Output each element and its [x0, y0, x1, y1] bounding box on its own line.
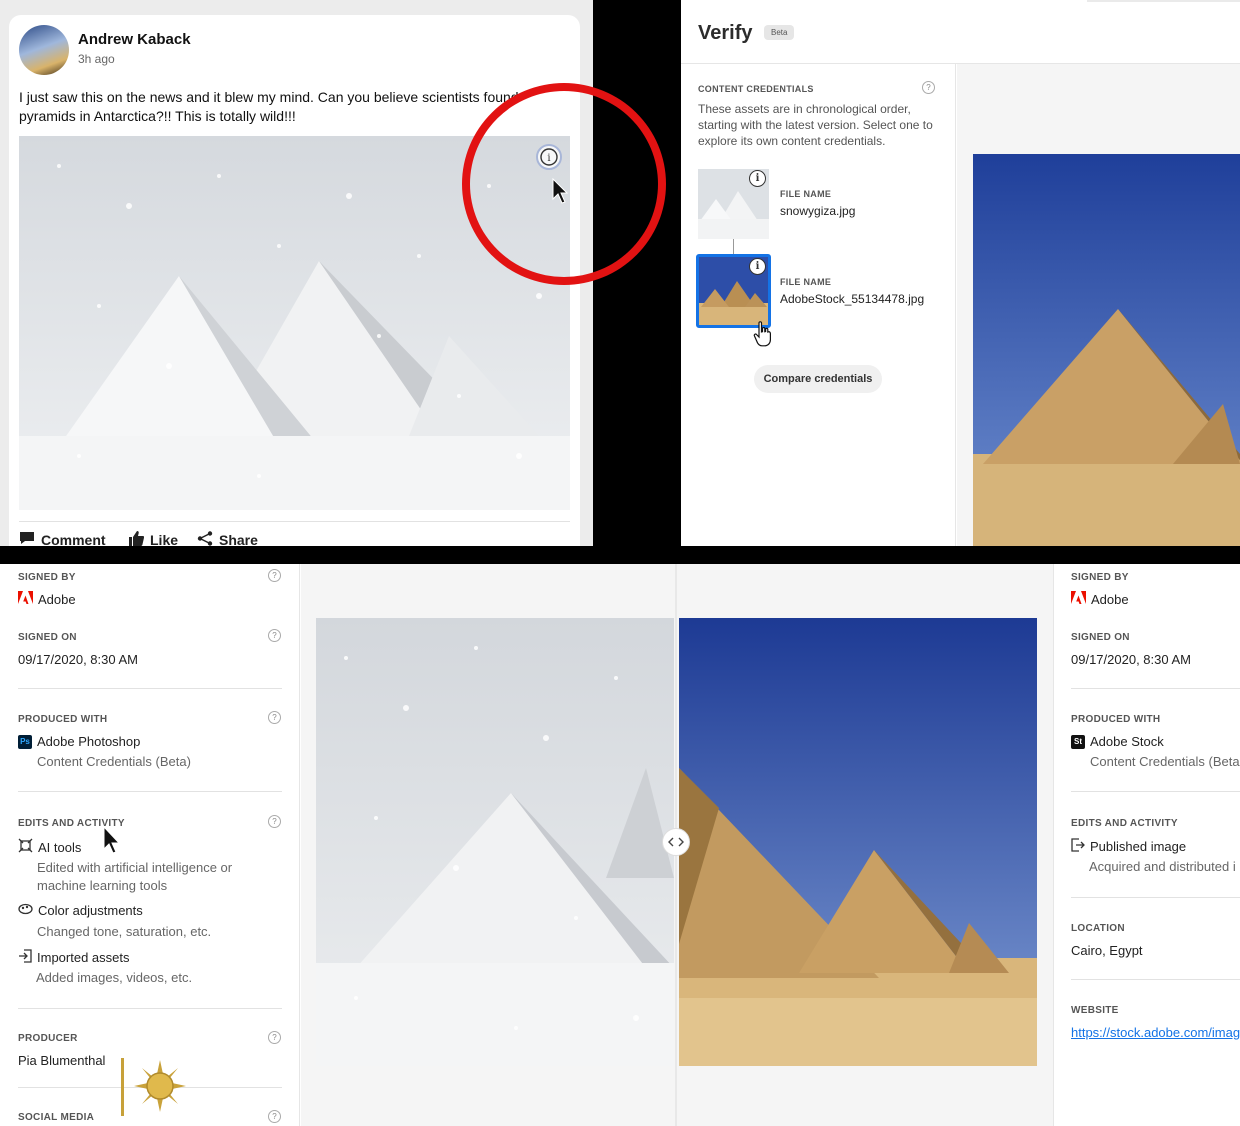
file-name-value: snowygiza.jpg [780, 204, 856, 218]
comment-button[interactable]: Comment [19, 531, 106, 546]
share-button[interactable]: Share [197, 531, 258, 546]
asset-preview-image [973, 154, 1240, 546]
comparison-image-snowy [316, 618, 674, 1066]
photoshop-icon: Ps [18, 734, 32, 749]
help-icon[interactable]: ? [268, 815, 281, 828]
share-label: Share [219, 532, 258, 546]
signed-by-value: Adobe [1071, 591, 1129, 607]
help-icon[interactable]: ? [268, 711, 281, 724]
highlight-circle-annotation [462, 83, 666, 285]
compare-credentials-panel: SIGNED BY ? Adobe SIGNED ON ? 09/17/2020… [0, 564, 1240, 1126]
edit-item-color-adjustments: Color adjustments [18, 903, 143, 918]
edit-item-desc: Edited with artificial intelligence or m… [37, 860, 233, 893]
edit-item-desc: Added images, videos, etc. [36, 970, 193, 985]
comment-icon [19, 531, 35, 546]
content-credentials-description: These assets are in chronological order,… [698, 102, 933, 148]
produced-with-value: Ps Adobe Photoshop [18, 734, 140, 749]
seal-accent-bar [121, 1058, 124, 1116]
website-value: https://stock.adobe.com/imag [1071, 1025, 1240, 1040]
verify-panel: Verify Beta CONTENT CREDENTIALS ? These … [681, 0, 1240, 546]
file-name-caption: FILE NAME [780, 189, 832, 199]
produced-with-detail: Content Credentials (Beta [1090, 754, 1240, 769]
signed-on-label: SIGNED ON [18, 632, 77, 643]
edit-item-ai-tools: AI tools [18, 838, 81, 856]
edit-item-published: Published image [1071, 838, 1186, 855]
mouse-pointer-icon [103, 825, 121, 859]
author-avatar[interactable] [19, 25, 69, 75]
like-label: Like [150, 532, 179, 546]
beta-badge: Beta [764, 25, 795, 40]
adobe-stock-icon: St [1071, 734, 1085, 749]
share-icon [197, 531, 213, 546]
ai-tools-icon [18, 838, 33, 856]
website-link[interactable]: https://stock.adobe.com/imag [1071, 1025, 1240, 1040]
post-timestamp: 3h ago [78, 52, 115, 66]
post-author-name[interactable]: Andrew Kaback [78, 31, 191, 48]
produced-with-app: Adobe Photoshop [37, 734, 141, 749]
website-label: WEBSITE [1071, 1005, 1119, 1016]
produced-with-detail: Content Credentials (Beta) [37, 754, 191, 769]
produced-with-label: PRODUCED WITH [1071, 714, 1161, 725]
sun-seal-icon [134, 1060, 186, 1117]
section-divider [1071, 688, 1240, 689]
edit-item-title: Imported assets [37, 950, 130, 965]
location-label: LOCATION [1071, 923, 1125, 934]
section-divider [1071, 791, 1240, 792]
edit-item-imported-assets: Imported assets [18, 949, 130, 966]
edit-item-title: AI tools [38, 839, 82, 855]
edit-item-desc: Changed tone, saturation, etc. [37, 924, 212, 939]
signed-by-value: Adobe [18, 591, 76, 607]
like-button[interactable]: Like [128, 531, 178, 546]
signed-on-value: 09/17/2020, 8:30 AM [18, 652, 138, 667]
section-divider [1071, 897, 1240, 898]
thumbnail-connector [733, 239, 734, 254]
signed-by-label: SIGNED BY [1071, 572, 1129, 583]
signed-on-value: 09/17/2020, 8:30 AM [1071, 652, 1191, 667]
help-icon[interactable]: ? [268, 1031, 281, 1044]
verify-title: Verify [698, 22, 753, 44]
edit-item-desc: Acquired and distributed i [1089, 859, 1236, 874]
comment-label: Comment [41, 531, 106, 547]
signed-by-text: Adobe [1091, 591, 1129, 607]
comparison-slider-handle[interactable] [662, 828, 690, 856]
help-icon[interactable]: ? [268, 569, 281, 582]
comparison-image-original [679, 618, 1037, 1066]
adobe-logo-icon [1071, 591, 1086, 607]
color-adjustments-icon [18, 903, 33, 918]
post-divider [19, 521, 570, 522]
edit-item-title: Published image [1090, 839, 1187, 854]
thumbnail-info-icon[interactable]: i [749, 258, 766, 275]
signed-by-label: SIGNED BY [18, 572, 76, 583]
adobe-logo-icon [18, 591, 33, 607]
hand-pointer-icon [753, 320, 773, 353]
signed-on-label: SIGNED ON [1071, 632, 1130, 643]
producer-label: PRODUCER [18, 1033, 78, 1044]
published-image-icon [1071, 838, 1085, 855]
section-divider [18, 1008, 282, 1009]
section-divider [18, 791, 282, 792]
produced-with-app: Adobe Stock [1090, 734, 1164, 749]
compare-credentials-button[interactable]: Compare credentials [754, 365, 882, 393]
file-name-value: AdobeStock_55134478.jpg [780, 292, 925, 306]
file-name-caption: FILE NAME [780, 277, 832, 287]
content-credentials-heading: CONTENT CREDENTIALS [698, 84, 814, 94]
help-icon[interactable]: ? [922, 81, 935, 94]
produced-with-label: PRODUCED WITH [18, 714, 108, 725]
producer-value: Pia Blumenthal [18, 1053, 106, 1068]
thumbnail-info-icon[interactable]: i [749, 170, 766, 187]
section-divider [18, 688, 282, 689]
location-value: Cairo, Egypt [1071, 943, 1143, 958]
help-icon[interactable]: ? [268, 629, 281, 642]
signed-by-text: Adobe [38, 591, 76, 607]
imported-assets-icon [18, 949, 32, 966]
edits-activity-label: EDITS AND ACTIVITY [1071, 818, 1178, 829]
thumbs-up-icon [128, 531, 145, 546]
social-media-label: SOCIAL MEDIA [18, 1112, 95, 1123]
section-divider [1071, 979, 1240, 980]
social-post-panel: Andrew Kaback 3h ago I just saw this on … [0, 0, 593, 546]
edit-item-title: Color adjustments [38, 903, 143, 918]
produced-with-value: St Adobe Stock [1071, 734, 1164, 749]
browser-top-edge [1087, 0, 1240, 2]
help-icon[interactable]: ? [268, 1110, 281, 1123]
